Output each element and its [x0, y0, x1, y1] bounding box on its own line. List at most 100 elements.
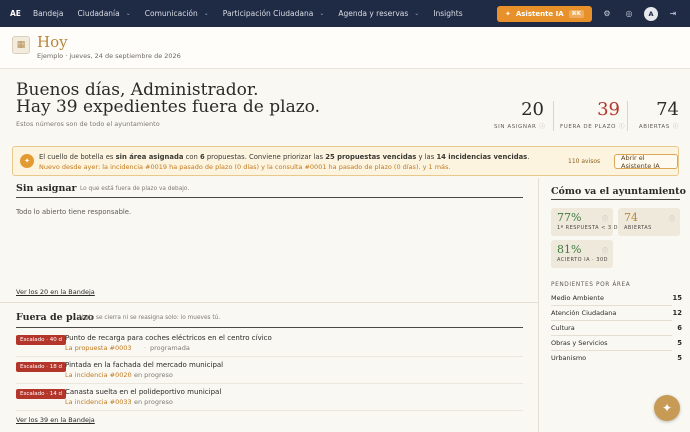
- section-subtitle: Nada se cierra ni se reasigna solo: lo m…: [79, 315, 221, 321]
- kpi-open[interactable]: 74 ⓘ ABIERTAS: [618, 208, 680, 236]
- help-icon[interactable]: ◎: [622, 7, 636, 21]
- alert-news: Nuevo desde ayer: la incidencia #0019 ha…: [39, 163, 451, 171]
- chevron-down-icon: ⌄: [203, 10, 209, 17]
- bottleneck-alert: ✦ El cuello de botella es sin área asign…: [12, 146, 679, 176]
- area-name: Obras y Servicios: [551, 339, 608, 347]
- nav-item-participacion[interactable]: Participación Ciudadana ⌄: [223, 9, 325, 18]
- area-row[interactable]: Cultura 6: [551, 321, 682, 336]
- area-row[interactable]: Medio Ambiente 15: [551, 291, 682, 306]
- info-icon: ⓘ: [668, 216, 675, 223]
- area-name: Atención Ciudadana: [551, 309, 617, 317]
- pending-by-area-title: PENDIENTES POR ÁREA: [551, 282, 631, 288]
- nav-actions: ✦ Asistente IA ⌘K ⚙ ◎ A ⇥: [496, 5, 680, 22]
- building-icon: ▦: [12, 36, 30, 54]
- item-title[interactable]: Canasta suelta en el polideportivo munic…: [65, 388, 221, 396]
- divider: [627, 101, 628, 131]
- stat-overdue[interactable]: 39 FUERA DE PLAZO ⓘ: [560, 99, 624, 131]
- stat-label: FUERA DE PLAZO: [560, 124, 616, 130]
- alert-message: El cuello de botella es sin área asignad…: [39, 153, 530, 161]
- kpi-value: 81%: [557, 243, 582, 256]
- overdue-item[interactable]: Escalado · 40 d Punto de recarga para co…: [16, 333, 523, 357]
- separator-dot: ·: [128, 398, 131, 406]
- info-icon: ⓘ: [601, 248, 608, 255]
- overdue-item[interactable]: Escalado · 14 d Canasta suelta en el pol…: [16, 387, 523, 411]
- area-count: 12: [672, 309, 682, 317]
- sparkle-icon: ✦: [20, 154, 34, 168]
- nav-item-insights[interactable]: Insights: [433, 9, 462, 18]
- area-name: Urbanismo: [551, 354, 587, 362]
- item-title[interactable]: Pintada en la fachada del mercado munici…: [65, 361, 223, 369]
- chevron-down-icon: ⌄: [414, 10, 420, 17]
- item-status: en progreso: [134, 398, 173, 406]
- chevron-down-icon: ⌄: [319, 10, 325, 17]
- keyboard-shortcut: ⌘K: [568, 9, 584, 18]
- scope-note: Estos números son de todo el ayuntamient…: [16, 120, 160, 128]
- separator-dot: ·: [128, 371, 131, 379]
- area-row[interactable]: Atención Ciudadana 12: [551, 306, 682, 321]
- kpi-value: 77%: [557, 211, 582, 224]
- sparkle-icon: ✦: [504, 9, 511, 18]
- item-status: programada: [150, 344, 190, 352]
- nav-item-bandeja[interactable]: Bandeja: [33, 9, 64, 18]
- kpi-first-response[interactable]: 77% ⓘ 1ª RESPUESTA < 3 D: [551, 208, 618, 236]
- item-title[interactable]: Punto de recarga para coches eléctricos …: [65, 334, 272, 342]
- section-rule: [16, 327, 523, 328]
- separator-dot: ·: [144, 344, 147, 352]
- open-assistant-button[interactable]: Abrir el Asistente IA: [614, 154, 678, 170]
- stat-open[interactable]: 74 ABIERTAS ⓘ: [636, 99, 679, 131]
- stat-unassigned[interactable]: 20 SIN ASIGNAR ⓘ: [494, 99, 546, 131]
- settings-icon[interactable]: ⚙: [600, 7, 614, 21]
- app-logo[interactable]: AE: [10, 9, 21, 18]
- section-subtitle: Lo que está fuera de plazo va debajo.: [80, 186, 190, 192]
- stat-label: SIN ASIGNAR: [494, 124, 537, 130]
- area-count: 6: [677, 324, 682, 332]
- nav-item-ciudadania[interactable]: Ciudadanía ⌄: [78, 9, 131, 18]
- alert-count: 110 avisos: [568, 158, 601, 165]
- ai-fab-button[interactable]: ✦: [654, 395, 680, 421]
- item-reference[interactable]: La propuesta #0003: [65, 344, 132, 352]
- page-title: Hoy: [37, 33, 68, 51]
- stat-value: 74: [656, 99, 679, 120]
- logout-icon[interactable]: ⇥: [666, 7, 680, 21]
- kpi-label: ABIERTAS: [624, 225, 652, 231]
- stat-label: ABIERTAS: [638, 124, 670, 130]
- item-status: en progreso: [134, 371, 173, 379]
- nav-item-agenda[interactable]: Agenda y reservas ⌄: [338, 9, 419, 18]
- divider: [0, 302, 538, 303]
- item-reference[interactable]: La incidencia #0020: [65, 371, 132, 379]
- kpi-ai-accuracy[interactable]: 81% ⓘ ACIERTO IA · 30D: [551, 240, 613, 268]
- area-count: 5: [677, 339, 682, 347]
- stat-value: 20: [521, 99, 544, 120]
- avatar[interactable]: A: [644, 6, 658, 21]
- area-count: 5: [677, 354, 682, 362]
- escalation-badge: Escalado · 18 d: [16, 362, 66, 372]
- area-count: 15: [672, 294, 682, 302]
- section-rule: [551, 199, 680, 200]
- overdue-item[interactable]: Escalado · 18 d Pintada en la fachada de…: [16, 360, 523, 384]
- nav-item-comunicacion[interactable]: Comunicación ⌄: [145, 9, 209, 18]
- ai-assistant-button[interactable]: ✦ Asistente IA ⌘K: [496, 5, 592, 22]
- page-subtitle: Ejemplo · jueves, 24 de septiembre de 20…: [37, 52, 181, 60]
- chevron-down-icon: ⌄: [125, 10, 131, 17]
- area-row[interactable]: Urbanismo 5: [551, 351, 682, 366]
- area-name: Medio Ambiente: [551, 294, 604, 302]
- item-reference[interactable]: La incidencia #0033: [65, 398, 132, 406]
- info-icon: ⓘ: [601, 216, 608, 223]
- empty-state: Todo lo abierto tiene responsable.: [16, 208, 132, 216]
- stat-value: 39: [597, 99, 620, 120]
- kpi-value: 74: [624, 211, 638, 224]
- area-row[interactable]: Obras y Servicios 5: [551, 336, 682, 351]
- info-icon: ⓘ: [672, 124, 679, 130]
- view-overdue-link[interactable]: Ver los 39 en la Bandeja: [16, 416, 95, 424]
- overdue-summary: Hay 39 expedientes fuera de plazo.: [16, 97, 321, 117]
- escalation-badge: Escalado · 14 d: [16, 389, 66, 399]
- sparkle-icon: ✦: [661, 401, 673, 415]
- area-name: Cultura: [551, 324, 575, 332]
- page-header: ▦ Hoy Ejemplo · jueves, 24 de septiembre…: [0, 27, 690, 69]
- view-unassigned-link[interactable]: Ver los 20 en la Bandeja: [16, 288, 95, 296]
- city-overview-panel: Cómo va el ayuntamiento 77% ⓘ 1ª RESPUES…: [538, 178, 690, 432]
- info-icon: ⓘ: [539, 124, 546, 130]
- kpi-label: ACIERTO IA · 30D: [557, 257, 609, 263]
- divider: [553, 101, 554, 131]
- info-icon: ⓘ: [619, 124, 626, 130]
